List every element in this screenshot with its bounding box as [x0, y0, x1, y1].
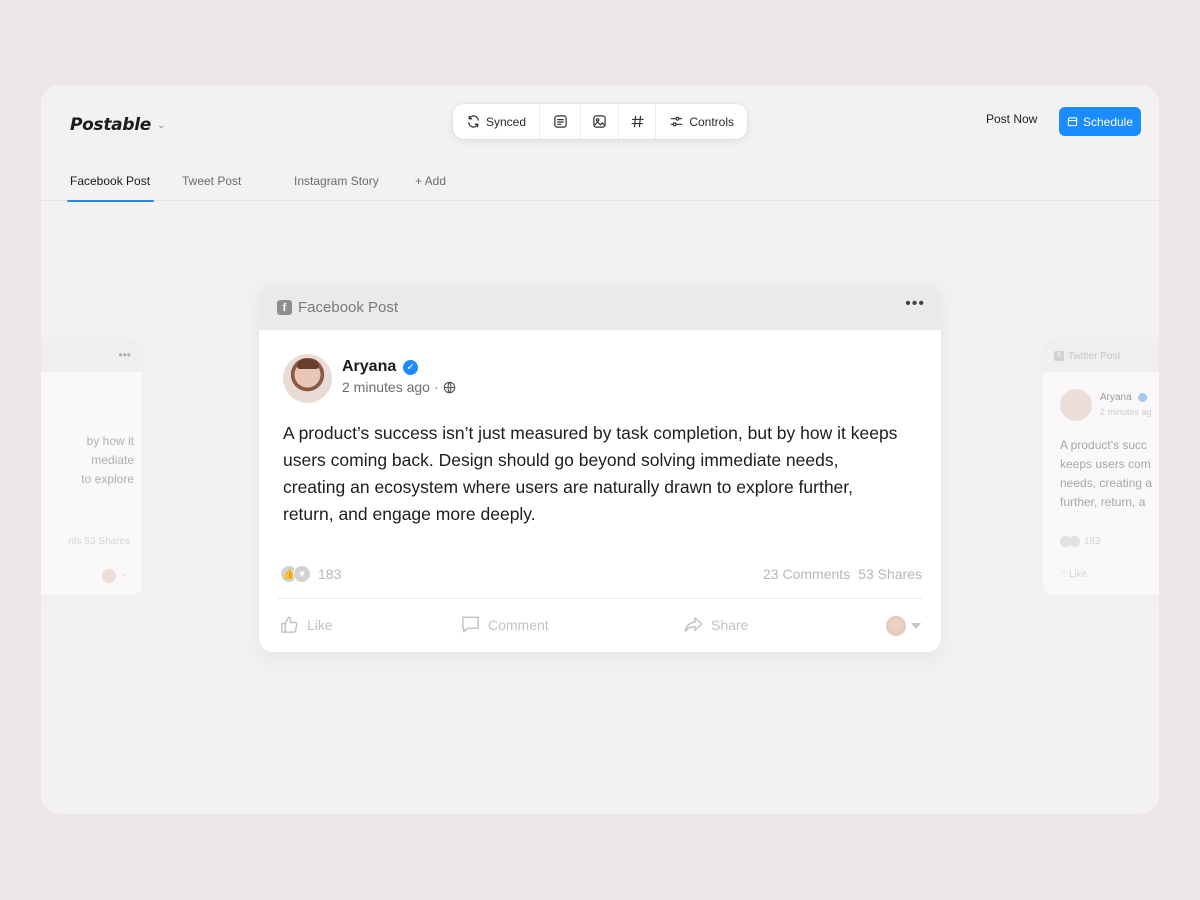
time-separator: ·: [433, 379, 439, 395]
reactions-icon: [1069, 536, 1080, 547]
preview-header: X Twitter Post: [1043, 340, 1159, 372]
preview-line: A product's succ: [1060, 438, 1147, 452]
previous-post-preview[interactable]: ••• by how it mediate to explore nts 53 …: [41, 340, 142, 595]
card-title: Facebook Post: [298, 298, 399, 316]
preview-line: to explore: [81, 472, 134, 486]
reaction-count: 183: [1084, 536, 1101, 547]
preview-text: by how it mediate to explore: [41, 432, 134, 489]
schedule-button[interactable]: Schedule: [1059, 107, 1141, 136]
comment-button[interactable]: Comment: [460, 614, 549, 635]
comment-count[interactable]: 23 Comments: [763, 566, 850, 582]
chevron-down-icon: ⌄: [120, 568, 128, 578]
share-label: Share: [711, 616, 749, 633]
hashtag-icon: [631, 115, 644, 128]
text-block-icon: [553, 115, 567, 128]
preview-title: Twitter Post: [1068, 350, 1121, 362]
heart-reaction-icon: ♥: [293, 565, 311, 583]
controls-label: Controls: [689, 114, 734, 129]
share-count[interactable]: 53 Shares: [858, 566, 922, 582]
text-format-button[interactable]: [540, 104, 582, 139]
schedule-label: Schedule: [1082, 114, 1134, 129]
sliders-icon: [671, 116, 683, 127]
controls-button[interactable]: Controls: [656, 104, 747, 139]
avatar: [283, 354, 332, 403]
engagement-stats: 23 Comments 53 Shares: [763, 566, 922, 582]
reaction-count: 183: [318, 566, 342, 582]
preview-author: Aryana: [1100, 392, 1132, 403]
hashtag-button[interactable]: [619, 104, 657, 139]
more-icon: •••: [118, 348, 131, 362]
tab-facebook-post[interactable]: Facebook Post: [66, 171, 155, 202]
preview-line: needs, creating a: [1060, 476, 1153, 490]
tab-add[interactable]: + Add: [415, 171, 446, 201]
post-now-button[interactable]: Post Now: [986, 112, 1037, 126]
post-time-row: 2 minutes ago ·: [342, 379, 456, 395]
like-label: Like: [1068, 569, 1088, 580]
facebook-icon: f: [277, 299, 292, 315]
like-button[interactable]: Like: [279, 614, 333, 635]
globe-icon: [443, 381, 455, 393]
share-icon: [684, 617, 703, 633]
brand-logo: Postable: [70, 115, 151, 135]
preview-like: ☝ Like: [1060, 569, 1087, 580]
divider: [277, 598, 923, 599]
author-name-row: Aryana ✓: [342, 358, 456, 376]
comment-label: Comment: [488, 616, 549, 633]
calendar-icon: [1067, 117, 1078, 127]
image-icon: [593, 115, 606, 128]
verified-badge-icon: [1138, 393, 1147, 402]
preview-time: 2 minutes ag: [1100, 407, 1152, 417]
author-name: Aryana: [342, 358, 397, 375]
reactions-summary[interactable]: 👍 ♥ 183: [280, 565, 341, 583]
like-label: Like: [307, 616, 333, 633]
chevron-down-icon: ⌄: [156, 119, 166, 131]
post-time: 2 minutes ago: [342, 379, 430, 395]
preview-text: A product's succ keeps users com needs, …: [1060, 436, 1159, 512]
thumb-up-icon: ☝: [1060, 569, 1067, 580]
more-options-button[interactable]: •••: [905, 295, 925, 313]
preview-header: •••: [41, 340, 142, 372]
post-as-selector[interactable]: [886, 616, 921, 636]
preview-line: by how it: [86, 434, 134, 448]
caret-down-icon: [911, 623, 921, 629]
x-logo-icon: X: [1054, 351, 1064, 361]
editor-toolbar: Synced Controls: [453, 104, 747, 139]
comment-icon: [462, 616, 479, 633]
tab-instagram-story[interactable]: Instagram Story: [294, 171, 379, 201]
sync-icon: [468, 115, 479, 128]
next-post-preview[interactable]: X Twitter Post Aryana 2 minutes ag A pro…: [1043, 340, 1159, 595]
tab-tweet-post[interactable]: Tweet Post: [182, 171, 241, 201]
brand-menu[interactable]: Postable ⌄: [70, 115, 165, 135]
card-header: f Facebook Post •••: [259, 284, 941, 330]
post-actions: Like Comment Share: [259, 614, 941, 638]
avatar: [1060, 389, 1092, 421]
image-button[interactable]: [581, 104, 619, 139]
thumb-up-icon: [281, 616, 298, 633]
post-author: Aryana ✓ 2 minutes ago ·: [283, 354, 456, 403]
app-window: Postable ⌄ Synced Controls Post Now Sche…: [41, 85, 1159, 814]
post-body: A product’s success isn’t just measured …: [283, 423, 898, 524]
share-button[interactable]: Share: [683, 614, 748, 635]
post-tabs: Facebook Post Tweet Post Instagram Story…: [41, 171, 1159, 202]
author-meta: Aryana ✓ 2 minutes ago ·: [342, 354, 456, 403]
facebook-post-card: f Facebook Post ••• Aryana ✓ 2 minutes a…: [259, 284, 941, 652]
avatar: [886, 616, 906, 636]
preview-line: further, return, a: [1060, 495, 1146, 509]
synced-label: Synced: [486, 114, 527, 129]
preview-stats: nts 53 Shares: [68, 536, 130, 547]
preview-line: mediate: [91, 453, 134, 467]
preview-line: keeps users com: [1060, 457, 1151, 471]
preview-stats: 183: [1060, 536, 1101, 547]
synced-button[interactable]: Synced: [453, 104, 541, 139]
avatar: [102, 569, 116, 583]
more-icon: •••: [905, 295, 925, 312]
verified-badge-icon: ✓: [403, 359, 419, 375]
